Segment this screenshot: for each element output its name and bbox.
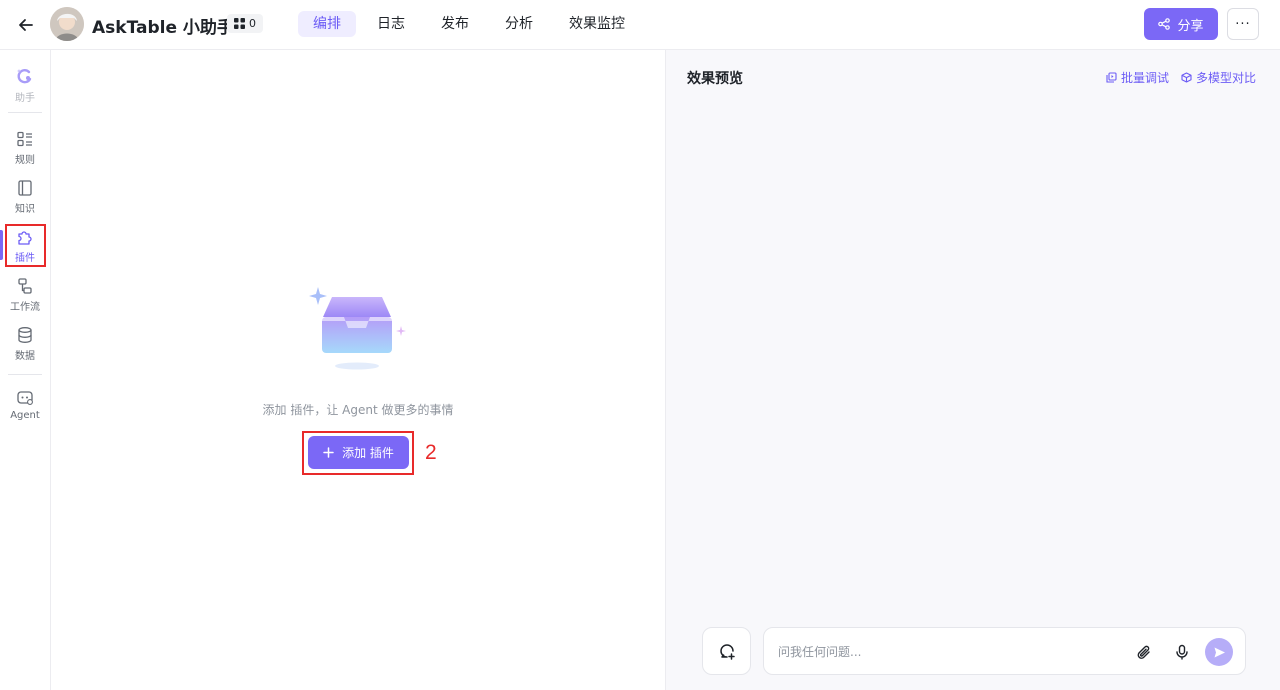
batch-debug-button[interactable]: 批量调试 — [1106, 69, 1169, 86]
preview-actions: 批量调试 多模型对比 — [1106, 69, 1256, 86]
main-nav: 编排 日志 发布 分析 效果监控 — [298, 11, 640, 37]
microphone-icon — [1176, 644, 1188, 660]
sidebar-item-agent[interactable]: Agent — [0, 389, 50, 421]
database-icon — [18, 327, 32, 343]
plugin-panel: 添加 插件，让 Agent 做更多的事情 添加 插件 — [51, 50, 665, 690]
badge-count: 0 — [249, 17, 256, 30]
sidebar-divider — [8, 112, 42, 113]
microphone-button[interactable] — [1171, 641, 1193, 663]
share-button[interactable]: 分享 — [1144, 8, 1218, 40]
cube-icon — [1181, 72, 1192, 83]
sidebar-label: Agent — [10, 410, 40, 421]
batch-debug-icon — [1106, 72, 1117, 83]
multi-model-compare-label: 多模型对比 — [1195, 71, 1256, 85]
plus-icon — [323, 447, 334, 458]
tab-orchestrate[interactable]: 编排 — [298, 11, 356, 37]
paperclip-icon — [1137, 645, 1150, 659]
chat-input[interactable] — [778, 641, 1118, 663]
send-button[interactable] — [1205, 638, 1233, 666]
app-title: AskTable 小助手 — [92, 18, 234, 38]
assistant-icon — [17, 69, 32, 84]
sidebar-label: 知识 — [15, 204, 35, 215]
tab-logs[interactable]: 日志 — [362, 11, 420, 37]
share-icon — [1158, 18, 1171, 30]
sidebar-item-data[interactable]: 数据 — [0, 326, 50, 362]
add-plugin-label: 添加 插件 — [342, 446, 394, 460]
annotation-number-2: 2 — [425, 441, 437, 464]
grid-icon — [234, 18, 245, 29]
sidebar-divider — [8, 374, 42, 375]
chat-input-box — [763, 627, 1246, 675]
sidebar-item-workflow[interactable]: 工作流 — [0, 277, 50, 313]
send-icon — [1214, 647, 1225, 657]
more-button[interactable]: ··· — [1227, 8, 1259, 40]
sidebar-item-knowledge[interactable]: 知识 — [0, 179, 50, 215]
sidebar-label: 规则 — [15, 155, 35, 166]
sidebar-item-plugins[interactable]: 插件 — [0, 228, 50, 264]
agent-icon — [17, 391, 33, 405]
sidebar-label: 数据 — [15, 351, 35, 362]
sidebar-item-rules[interactable]: 规则 — [0, 130, 50, 166]
new-chat-icon — [719, 644, 735, 660]
sidebar-label: 助手 — [15, 93, 35, 104]
rules-icon — [17, 131, 32, 147]
top-header: AskTable 小助手 0 编排 日志 发布 分析 效果监控 分享 ··· — [0, 0, 1280, 50]
preview-title: 效果预览 — [687, 71, 743, 87]
puzzle-icon — [18, 231, 32, 245]
avatar[interactable] — [50, 7, 84, 41]
empty-state-text: 添加 插件，让 Agent 做更多的事情 — [262, 403, 454, 417]
left-sidebar: 助手 规则 知识 插件 工作流 数据 Agent — [0, 50, 51, 690]
workflow-icon — [18, 278, 32, 294]
add-plugin-button[interactable]: 添加 插件 — [308, 436, 409, 469]
sidebar-label: 插件 — [15, 253, 35, 264]
tab-analytics[interactable]: 分析 — [490, 11, 548, 37]
arrow-left-icon — [19, 19, 33, 31]
tab-publish[interactable]: 发布 — [426, 11, 484, 37]
components-badge[interactable]: 0 — [227, 14, 263, 33]
multi-model-compare-button[interactable]: 多模型对比 — [1181, 69, 1256, 86]
share-label: 分享 — [1177, 18, 1204, 34]
preview-panel: 效果预览 批量调试 多模型对比 — [665, 50, 1280, 690]
sidebar-item-assistant[interactable]: 助手 — [0, 66, 50, 104]
sidebar-label: 工作流 — [10, 302, 40, 313]
back-button[interactable] — [14, 13, 38, 37]
avatar-image — [50, 7, 84, 41]
book-icon — [18, 180, 32, 196]
batch-debug-label: 批量调试 — [1120, 71, 1169, 85]
new-chat-button[interactable] — [702, 627, 751, 675]
empty-box-illustration — [309, 287, 406, 370]
attach-button[interactable] — [1132, 641, 1154, 663]
tab-monitoring[interactable]: 效果监控 — [554, 11, 640, 37]
